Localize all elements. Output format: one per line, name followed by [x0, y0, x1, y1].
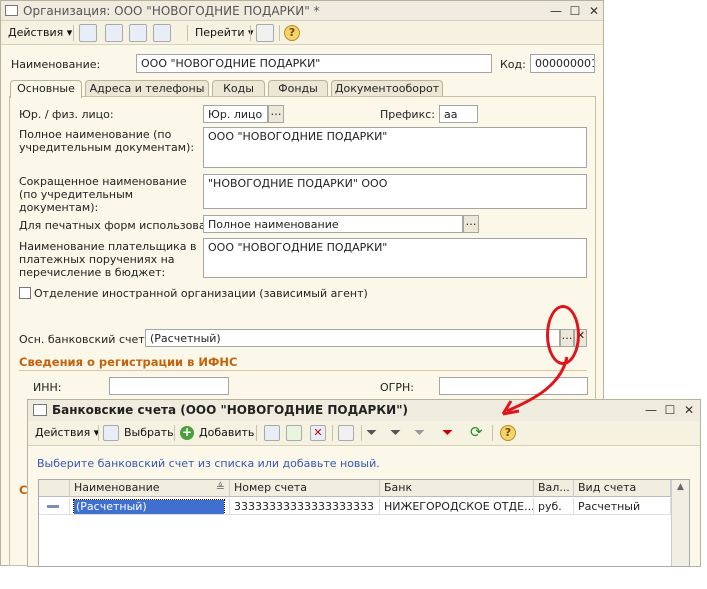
select-icon — [103, 425, 119, 441]
scroll-up-icon[interactable]: ▲ — [672, 480, 689, 494]
legal-type-label: Юр. / физ. лицо: — [19, 108, 114, 121]
copy-icon[interactable] — [129, 24, 147, 42]
tab-addresses[interactable]: Адреса и телефоны — [85, 80, 209, 97]
code-input[interactable]: 000000001 — [530, 54, 595, 73]
refresh-icon[interactable]: ⟳ — [470, 423, 483, 441]
print-form-label: Для печатных форм использовать: — [19, 219, 223, 232]
table-cell-kind[interactable]: Расчетный — [574, 498, 671, 515]
filter-by-value-icon[interactable]: ⏷ — [390, 425, 401, 441]
save-close-icon[interactable] — [79, 24, 97, 42]
clear-filter-icon[interactable]: ⏷ — [442, 425, 453, 441]
foreign-branch-label: Отделение иностранной организации (завис… — [34, 287, 368, 300]
print-form-input[interactable]: Полное наименование — [203, 215, 463, 233]
ogrn-label: ОГРН: — [380, 381, 414, 394]
edit-icon[interactable] — [286, 425, 302, 441]
hint-text: Выберите банковский счет из списка или д… — [37, 457, 380, 470]
tab-codes[interactable]: Коды — [212, 80, 265, 97]
window-title: Банковские счета (ООО "НОВОГОДНИЕ ПОДАРК… — [52, 403, 408, 417]
short-name-input[interactable]: "НОВОГОДНИЕ ПОДАРКИ" ООО — [203, 174, 587, 209]
separator — [174, 425, 175, 441]
full-name-label: Полное наименование (по учредительным до… — [19, 128, 195, 154]
full-name-input[interactable]: ООО "НОВОГОДНИЕ ПОДАРКИ" — [203, 127, 587, 168]
legal-type-input[interactable]: Юр. лицо — [203, 105, 268, 123]
accounts-table: Наименование ≜ Номер счета Банк Вал... В… — [38, 479, 690, 567]
actions-menu[interactable]: Действия ▾ — [4, 24, 76, 42]
separator — [332, 425, 333, 441]
filter-history-icon[interactable]: ⏷ — [414, 425, 425, 441]
separator — [187, 25, 188, 41]
prefix-input[interactable]: аа — [439, 105, 478, 123]
tab-docflow[interactable]: Документооборот — [331, 80, 443, 97]
table-cell-number[interactable]: 33333333333333333333 — [230, 498, 380, 515]
bank-account-input[interactable]: (Расчетный) — [145, 329, 560, 347]
minimize-icon[interactable]: — — [547, 3, 565, 19]
code-label: Код: — [500, 58, 526, 71]
tab-funds[interactable]: Фонды — [268, 80, 328, 97]
add-icon: + — [180, 425, 194, 440]
foreign-branch-checkbox[interactable] — [19, 287, 31, 299]
inn-input[interactable] — [109, 377, 229, 395]
column-header-bank[interactable]: Банк — [380, 480, 534, 497]
save-icon[interactable] — [105, 24, 123, 42]
payer-name-label: Наименование плательщика в платежных пор… — [19, 240, 197, 279]
select-button[interactable]: Выбрать — [120, 424, 178, 442]
structure-icon[interactable] — [256, 24, 274, 42]
annotation-arrow — [501, 356, 569, 416]
ifns-section-header: Сведения о регистрации в ИФНС — [19, 355, 238, 369]
toolbar: Действия ▾ Перейти ▾ ? — [1, 21, 603, 45]
filter-icon[interactable]: ⏷ — [366, 425, 377, 441]
table-cell-currency[interactable]: руб. — [534, 498, 574, 515]
based-on-icon[interactable] — [153, 24, 171, 42]
column-header-kind[interactable]: Вид счета — [574, 480, 671, 497]
add-button[interactable]: Добавить — [195, 424, 258, 442]
separator — [492, 425, 493, 441]
list-form-icon — [33, 404, 47, 416]
list-view-icon[interactable] — [338, 425, 354, 441]
prefix-label: Префикс: — [380, 108, 435, 121]
actions-menu[interactable]: Действия ▾ — [31, 424, 103, 442]
separator — [98, 425, 99, 441]
column-header-number[interactable]: Номер счета — [230, 480, 380, 497]
close-icon[interactable]: ✕ — [585, 3, 603, 19]
row-marker — [39, 498, 70, 515]
separator — [73, 25, 74, 41]
name-input[interactable]: ООО "НОВОГОДНИЕ ПОДАРКИ" — [136, 54, 492, 73]
sort-asc-icon: ≜ — [215, 481, 225, 494]
form-icon — [5, 5, 18, 16]
maximize-icon[interactable]: ☐ — [661, 402, 679, 418]
toolbar: Действия ▾ Выбрать + Добавить ✕ ⏷ ⏷ ⏷ ⏷ … — [28, 421, 700, 446]
separator — [279, 25, 280, 41]
copy-icon[interactable] — [264, 425, 280, 441]
vertical-scrollbar[interactable]: ▲ — [671, 480, 689, 566]
short-name-label: Сокращенное наименование (по учредительн… — [19, 175, 187, 214]
table-cell-name[interactable]: (Расчетный) — [70, 498, 230, 515]
payer-name-input[interactable]: ООО "НОВОГОДНИЕ ПОДАРКИ" — [203, 238, 587, 278]
minimize-icon[interactable]: — — [642, 402, 660, 418]
bank-accounts-window: Банковские счета (ООО "НОВОГОДНИЕ ПОДАРК… — [27, 399, 701, 567]
tab-main[interactable]: Основные — [10, 80, 82, 98]
bank-account-label: Осн. банковский счет: — [19, 333, 149, 346]
help-icon[interactable]: ? — [500, 425, 516, 441]
table-cell-bank[interactable]: НИЖЕГОРОДСКОЕ ОТДЕ... — [380, 498, 534, 515]
print-form-select-button[interactable]: … — [463, 215, 479, 233]
maximize-icon[interactable]: ☐ — [566, 3, 584, 19]
separator — [256, 425, 257, 441]
legal-type-select-button[interactable]: … — [268, 105, 284, 123]
row-marker-header — [39, 480, 70, 497]
separator — [361, 425, 362, 441]
go-menu[interactable]: Перейти ▾ — [191, 24, 258, 42]
inn-label: ИНН: — [33, 381, 62, 394]
window-title: Организация: ООО "НОВОГОДНИЕ ПОДАРКИ" * — [23, 4, 320, 18]
title-bar: Банковские счета (ООО "НОВОГОДНИЕ ПОДАРК… — [28, 400, 700, 421]
name-label: Наименование: — [11, 58, 101, 71]
column-header-name[interactable]: Наименование ≜ — [70, 480, 230, 497]
delete-icon[interactable]: ✕ — [310, 425, 326, 441]
help-icon[interactable]: ? — [284, 25, 300, 41]
close-icon[interactable]: ✕ — [680, 402, 698, 418]
title-bar: Организация: ООО "НОВОГОДНИЕ ПОДАРКИ" * … — [1, 1, 603, 21]
column-header-currency[interactable]: Вал... — [534, 480, 574, 497]
separator — [250, 25, 251, 41]
row-item-icon — [47, 505, 59, 508]
